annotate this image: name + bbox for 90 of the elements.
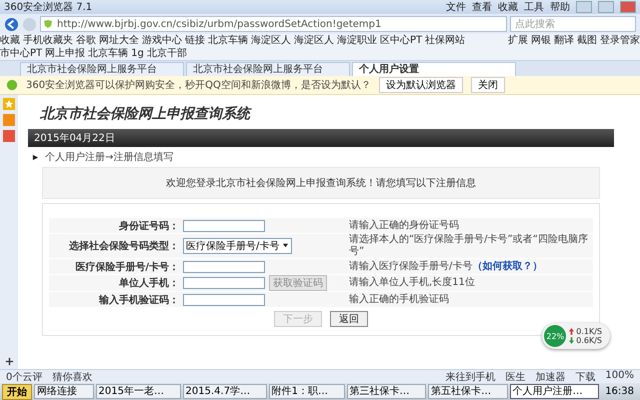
add-icon[interactable] — [4, 357, 14, 366]
taskbar-item[interactable]: 第三社保卡… — [346, 384, 426, 399]
bookmark-item[interactable]: 游戏中心 — [142, 34, 182, 47]
status-item[interactable]: 来往到手机 — [445, 370, 496, 384]
menu-item[interactable]: 帮助 — [550, 0, 570, 14]
status-item[interactable]: 下载 — [575, 370, 596, 384]
bookmark-item[interactable]: 市中心PT — [0, 47, 42, 60]
welcome-text: 欢迎您登录北京市社会保险网上申报查询系统！请您填写以下注册信息 — [166, 178, 476, 189]
taskbar-item[interactable]: 第五社保卡… — [428, 384, 508, 399]
address-field[interactable]: http://www.bjrbj.gov.cn/csibiz/urbm/passwordSetAction!getemp1 — [40, 16, 507, 32]
browser-logo-icon — [6, 79, 18, 91]
bookmark-item[interactable]: 北京干部 — [146, 47, 187, 60]
input-field[interactable] — [183, 294, 265, 306]
bookmark-item[interactable]: 海淀区人 — [251, 34, 291, 47]
bookmark-item[interactable]: 手机收藏夹 — [23, 34, 73, 47]
field-label: 选择社会保险号码类型： — [68, 240, 179, 253]
bookmark-item[interactable]: 1g — [131, 47, 144, 60]
star-icon[interactable] — [3, 98, 15, 110]
bookmark-item[interactable]: 网址大全 — [99, 34, 139, 47]
help-link[interactable]: （如何获取？） — [472, 260, 542, 272]
menu-item[interactable]: 工具 — [524, 0, 544, 14]
shield-icon — [43, 19, 53, 29]
arrow-icon — [32, 154, 39, 160]
app-icon[interactable] — [3, 114, 15, 126]
taskbar-item[interactable]: 个人用户注册… — [510, 384, 600, 399]
start-button[interactable]: 开始 — [2, 384, 32, 400]
bookmark-item[interactable]: 社保网站 — [425, 34, 466, 47]
taskbar-item[interactable]: 网络连接 — [34, 384, 94, 399]
notification-button[interactable]: 关闭 — [470, 77, 505, 93]
site-heading: 北京市社会保险网上申报查询系统 — [40, 105, 253, 123]
window-title: 360安全浏览器 7.1 — [4, 0, 92, 14]
up-arrow-icon — [569, 328, 574, 335]
back-icon[interactable] — [4, 16, 19, 32]
field-label: 输入手机验证码： — [98, 294, 179, 306]
close-button[interactable] — [620, 1, 636, 13]
minimize-button[interactable] — [576, 1, 592, 13]
notification-text: 360安全浏览器可以保护网购安全，秒开QQ空间和新浪微博，是否设为默认？ — [26, 78, 371, 92]
status-item[interactable]: 医生 — [505, 370, 526, 384]
field-hint: 请选择本人的“医疗保险手册号/卡号”或者“四险电脑序号” — [349, 234, 589, 258]
taskbar-item[interactable]: 2015年一老… — [96, 384, 181, 399]
upload-speed: 0.1K/S — [576, 327, 602, 336]
browser-tab[interactable]: 北京市社会保险网上服务平台 — [186, 62, 350, 76]
download-speed: 0.6K/S — [576, 336, 602, 345]
menu-item[interactable]: 查看 — [472, 0, 492, 14]
menu-item[interactable]: 收藏 — [498, 0, 518, 14]
field-label: 身份证号码： — [118, 220, 179, 232]
bookmark-item[interactable]: 北京车辆 — [88, 47, 128, 60]
input-field[interactable] — [183, 260, 265, 272]
bookmark-item[interactable]: 海淀区人 — [294, 34, 334, 47]
bookmark-item[interactable]: 收藏 — [0, 34, 20, 47]
bookmark-item[interactable]: 北京车辆 — [208, 34, 248, 47]
input-field[interactable] — [183, 220, 265, 232]
dropdown-icon — [282, 242, 290, 249]
memory-meter: 22% — [544, 325, 566, 347]
bookmark-item[interactable]: 区中心PT — [380, 34, 422, 47]
bookmark-item[interactable]: 网上申报 — [45, 47, 86, 60]
form-button[interactable]: 返回 — [330, 311, 368, 327]
maximize-button[interactable] — [598, 1, 614, 13]
taskbar-item[interactable]: 附件1：职… — [268, 384, 345, 399]
taskbar-item[interactable]: 2015.4.7学… — [182, 384, 267, 399]
toolbar-item[interactable]: 网银 — [531, 34, 551, 60]
field-hint: 输入正确的手机验证码 — [349, 294, 450, 306]
notification-button[interactable]: 设为默认浏览器 — [378, 77, 463, 93]
field-hint: 请输入单位人手机,长度11位 — [349, 277, 476, 289]
toolbar-item[interactable]: 翻译 — [554, 34, 574, 60]
status-item[interactable]: 加速器 — [535, 370, 566, 384]
field-hint: 请输入医疗保险手册号/卡号（如何获取？） — [349, 260, 544, 272]
toolbar-item[interactable]: 登录管家 — [600, 34, 640, 60]
input-field[interactable] — [183, 277, 265, 289]
clock: 16:38 — [604, 386, 636, 397]
field-hint: 请输入正确的身份证号码 — [349, 220, 460, 232]
field-label: 单位人手机： — [118, 276, 179, 290]
toolbar-item[interactable]: 扩展 — [508, 34, 528, 60]
speed-widget[interactable]: 22% 0.1K/S 0.6K/S — [542, 323, 610, 349]
field-label: 医疗保险手册号/卡号： — [74, 260, 179, 274]
app-icon[interactable] — [3, 130, 15, 142]
browser-tab[interactable]: 北京市社会保险网上服务平台 — [20, 62, 184, 76]
type-select[interactable]: 医疗保险手册号/卡号 — [183, 238, 292, 254]
status-item[interactable]: 100% — [605, 370, 634, 384]
browser-tab[interactable]: 个人用户设置 — [352, 62, 516, 76]
menu-item[interactable]: 文件 — [446, 0, 466, 14]
date-text: 2015年04月22日 — [34, 133, 115, 144]
status-item[interactable]: 0个云评 — [6, 370, 42, 384]
bookmark-item[interactable]: 谷歌 — [76, 34, 96, 47]
bookmark-item[interactable]: 链接 — [185, 34, 205, 47]
status-item[interactable]: 猜你喜欢 — [52, 370, 92, 384]
bookmark-item[interactable]: 海淀职业 — [337, 34, 377, 47]
down-arrow-icon — [569, 337, 574, 344]
breadcrumb: 个人用户注册→注册信息填写 — [45, 150, 174, 164]
toolbar-item[interactable]: 截图 — [577, 34, 597, 60]
